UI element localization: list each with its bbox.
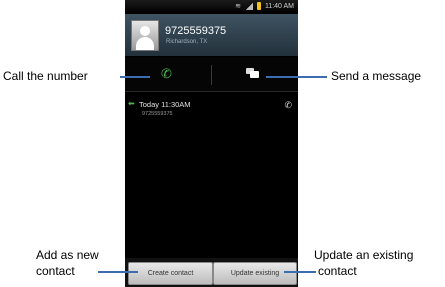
callout-line-add bbox=[98, 271, 138, 273]
battery-icon bbox=[256, 2, 261, 10]
action-bar: ✆ bbox=[125, 57, 298, 92]
wifi-icon: ≋ bbox=[235, 3, 241, 10]
status-time: 11:40 AM bbox=[264, 2, 294, 10]
bottom-bar: Create contact Update existing bbox=[125, 258, 298, 287]
callout-line-call bbox=[120, 76, 150, 78]
create-contact-button[interactable]: Create contact bbox=[128, 262, 213, 285]
call-log-phone-icon: ✆ bbox=[284, 100, 292, 110]
log-time: Today 11:30AM bbox=[139, 100, 191, 109]
incoming-arrow-icon: ⬅ bbox=[128, 99, 135, 108]
status-icons: ≋ 11:40 AM bbox=[235, 2, 294, 10]
update-existing-button[interactable]: Update existing bbox=[213, 262, 297, 285]
message-icon[interactable] bbox=[246, 68, 259, 78]
callout-update-line1: Update an existing bbox=[314, 248, 414, 262]
status-bar: ≋ 11:40 AM bbox=[125, 0, 298, 13]
phone-screen: ≋ 11:40 AM 9725559375 Richardson, TX ✆ ⬅… bbox=[125, 0, 298, 287]
signal-icon bbox=[244, 2, 253, 10]
callout-send: Send a message bbox=[331, 69, 422, 83]
callout-add-line2: contact bbox=[36, 264, 75, 278]
divider bbox=[211, 65, 212, 85]
phone-icon[interactable]: ✆ bbox=[161, 66, 172, 82]
call-log-item[interactable]: ⬅ Today 11:30AM 9725559375 ✆ bbox=[125, 99, 298, 123]
callout-call: Call the number bbox=[3, 69, 88, 83]
person-icon bbox=[131, 20, 159, 51]
callout-line-update bbox=[284, 271, 316, 273]
contact-location: Richardson, TX bbox=[166, 39, 208, 45]
contact-header: 9725559375 Richardson, TX bbox=[125, 14, 298, 56]
callout-add-line1: Add as new bbox=[36, 248, 99, 262]
callout-update-line2: contact bbox=[318, 264, 357, 278]
contact-number: 9725559375 bbox=[165, 25, 227, 37]
callout-line-send bbox=[266, 76, 327, 78]
log-number: 9725559375 bbox=[142, 111, 173, 117]
